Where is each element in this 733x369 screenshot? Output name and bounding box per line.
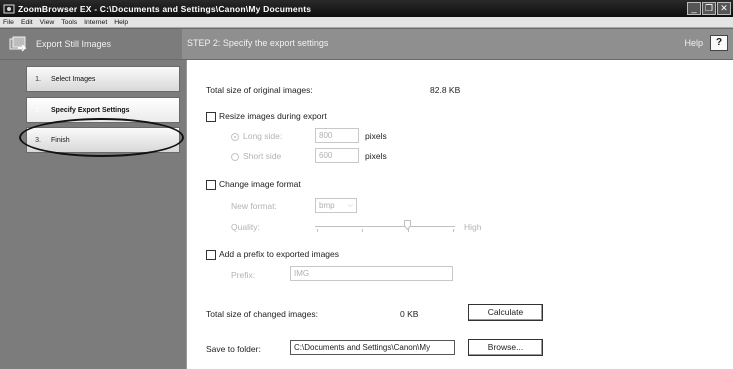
step-label: Specify Export Settings: [51, 106, 130, 114]
total-original-value: 82.8 KB: [430, 85, 461, 95]
slider-tick: [453, 229, 454, 232]
long-side-option[interactable]: Long side:: [231, 131, 282, 141]
task-title: Export Still Images: [36, 39, 112, 49]
resize-option[interactable]: Resize images during export: [206, 111, 327, 122]
maximize-button[interactable]: ❐: [702, 2, 716, 15]
help-button[interactable]: ?: [710, 35, 728, 51]
quality-slider[interactable]: [315, 217, 455, 235]
task-header-left: Export Still Images: [0, 29, 182, 59]
step-label: Finish: [51, 136, 70, 144]
long-side-pixels-label: pixels: [365, 131, 387, 141]
slider-tick: [362, 229, 363, 232]
menu-edit[interactable]: Edit: [21, 19, 33, 26]
menu-internet[interactable]: Internet: [84, 19, 107, 26]
steps-sidebar: 1. Select Images 2. Specify Export Setti…: [0, 60, 186, 369]
long-side-input[interactable]: 800: [315, 128, 359, 143]
step-number: 2.: [35, 106, 41, 114]
total-original-label: Total size of original images:: [206, 85, 313, 95]
step-number: 3.: [35, 136, 41, 144]
prefix-option[interactable]: Add a prefix to exported images: [206, 249, 339, 260]
short-side-radio[interactable]: [231, 152, 239, 161]
short-side-pixels-label: pixels: [365, 151, 387, 161]
format-select[interactable]: bmp ⌵: [315, 198, 357, 213]
slider-track: [315, 226, 455, 227]
save-folder-input[interactable]: C:\Documents and Settings\Canon\My: [290, 340, 455, 355]
menu-view[interactable]: View: [40, 19, 55, 26]
change-format-option[interactable]: Change image format: [206, 179, 301, 190]
format-select-value: bmp: [319, 201, 335, 210]
menu-help[interactable]: Help: [114, 19, 128, 26]
app-icon: [3, 3, 15, 14]
menu-tools[interactable]: Tools: [61, 19, 77, 26]
help-label[interactable]: Help: [684, 38, 703, 48]
window-title: ZoomBrowser EX - C:\Documents and Settin…: [18, 3, 312, 14]
task-header: Export Still Images STEP 2: Specify the …: [0, 28, 733, 60]
long-side-label: Long side:: [243, 131, 283, 141]
browse-button[interactable]: Browse...: [468, 339, 543, 356]
change-format-checkbox[interactable]: [206, 179, 216, 190]
total-changed-label: Total size of changed images:: [206, 309, 318, 319]
resize-checkbox[interactable]: [206, 111, 216, 122]
step-title: STEP 2: Specify the export settings: [187, 38, 329, 48]
minimize-button[interactable]: _: [687, 2, 701, 15]
title-bar: ZoomBrowser EX - C:\Documents and Settin…: [0, 0, 733, 17]
short-side-option[interactable]: Short side: [231, 151, 281, 161]
prefix-checkbox-label: Add a prefix to exported images: [219, 249, 340, 259]
new-format-label: New format:: [231, 201, 277, 211]
slider-thumb[interactable]: [404, 220, 411, 231]
quality-label: Quality:: [231, 222, 260, 232]
prefix-checkbox[interactable]: [206, 249, 216, 260]
calculate-button[interactable]: Calculate: [468, 304, 543, 321]
short-side-input[interactable]: 600: [315, 148, 359, 163]
step-number: 1.: [35, 75, 41, 83]
save-folder-label: Save to folder:: [206, 344, 261, 354]
total-changed-value: 0 KB: [400, 309, 419, 319]
menu-file[interactable]: File: [3, 19, 14, 26]
step-finish[interactable]: 3. Finish: [26, 127, 180, 153]
resize-checkbox-label: Resize images during export: [219, 111, 327, 121]
prefix-label: Prefix:: [231, 270, 256, 280]
prefix-input[interactable]: IMG: [290, 266, 453, 281]
menu-bar: File Edit View Tools Internet Help: [0, 17, 733, 28]
slider-tick: [317, 229, 318, 232]
step-select-images[interactable]: 1. Select Images: [26, 66, 180, 92]
chevron-down-icon: ⌵: [347, 202, 353, 209]
quality-high-label: High: [464, 222, 482, 232]
long-side-radio[interactable]: [231, 132, 239, 141]
export-settings-panel: Total size of original images: 82.8 KB R…: [186, 60, 733, 369]
close-button[interactable]: ✕: [717, 2, 731, 15]
short-side-label: Short side: [243, 151, 282, 161]
change-format-label: Change image format: [219, 179, 301, 189]
step-label: Select Images: [51, 75, 96, 83]
step-specify-export-settings[interactable]: 2. Specify Export Settings: [26, 97, 180, 123]
export-images-icon: [9, 36, 27, 52]
